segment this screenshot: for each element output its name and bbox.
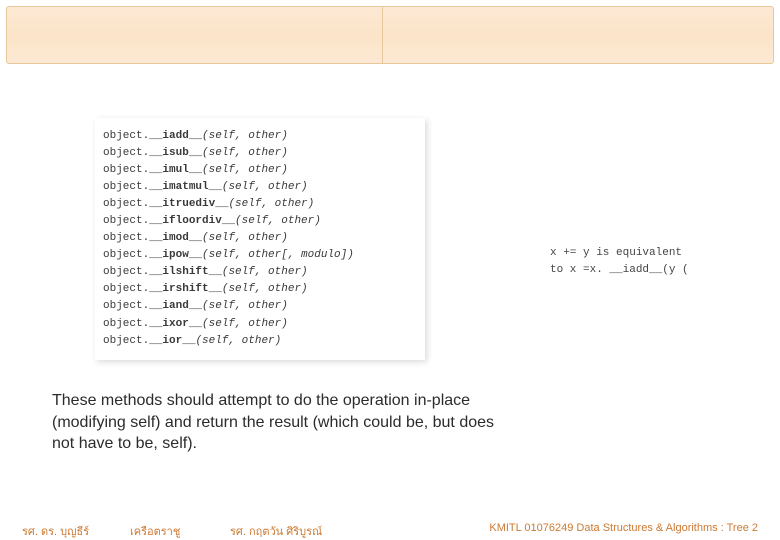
method-row: object.__imod__(self, other): [103, 230, 417, 247]
method-row: object.__imatmul__(self, other): [103, 179, 417, 196]
method-row: object.__irshift__(self, other): [103, 281, 417, 298]
description-text: These methods should attempt to do the o…: [52, 390, 512, 455]
note-line: x += y is equivalent: [550, 245, 750, 262]
method-row: object.__itruediv__(self, other): [103, 196, 417, 213]
method-row: object.__ixor__(self, other): [103, 316, 417, 333]
footer-author-1: รศ. ดร. บุญธีร์: [22, 522, 89, 540]
footer-course: KMITL 01076249 Data Structures & Algorit…: [489, 522, 758, 534]
method-row: object.__ilshift__(self, other): [103, 264, 417, 281]
note-line: to x =x. __iadd__(y (: [550, 262, 750, 279]
content-area: object.__iadd__(self, other) object.__is…: [20, 100, 760, 480]
equivalence-note: x += y is equivalent to x =x. __iadd__(y…: [550, 245, 750, 278]
methods-list: object.__iadd__(self, other) object.__is…: [95, 118, 425, 360]
method-row: object.__iadd__(self, other): [103, 128, 417, 145]
footer-author-1b: เครือตราชู: [130, 522, 180, 540]
footer-author-2: รศ. กฤตวัน ศิริบูรณ์: [230, 522, 322, 540]
method-row: object.__ior__(self, other): [103, 333, 417, 350]
method-row: object.__iand__(self, other): [103, 298, 417, 315]
method-row: object.__ifloordiv__(self, other): [103, 213, 417, 230]
header-bar: [6, 6, 774, 64]
method-row: object.__isub__(self, other): [103, 145, 417, 162]
method-row: object.__imul__(self, other): [103, 162, 417, 179]
method-row: object.__ipow__(self, other[, modulo]): [103, 247, 417, 264]
